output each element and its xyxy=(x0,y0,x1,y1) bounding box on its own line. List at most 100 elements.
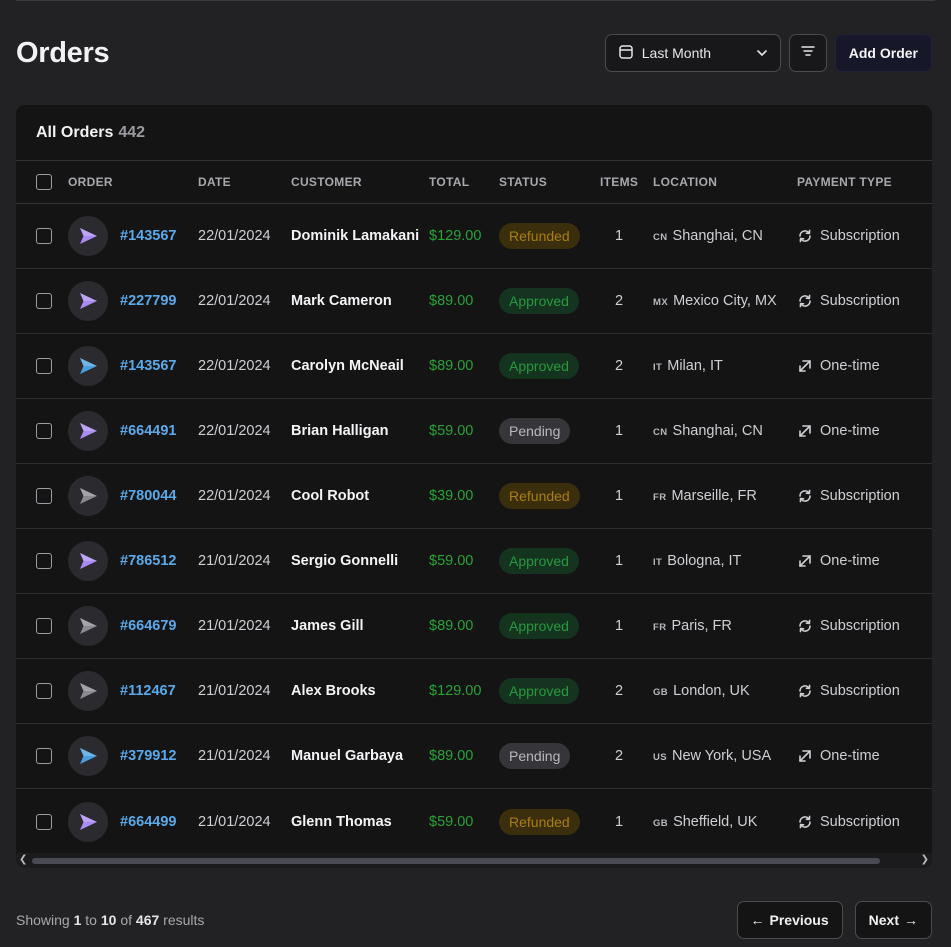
table-footer: Showing 1 to 10 of 467 results ← Previou… xyxy=(16,901,932,939)
country-code: FR xyxy=(653,492,667,503)
order-id-link[interactable]: #112467 xyxy=(120,659,176,723)
order-total: $59.00 xyxy=(429,553,474,569)
filter-icon xyxy=(800,43,816,64)
table-row[interactable]: #227799 22/01/2024 Mark Cameron $89.00 A… xyxy=(16,269,932,334)
customer-name: Carolyn McNeail xyxy=(291,358,404,374)
chevron-down-icon xyxy=(756,47,768,59)
scroll-left-arrow-icon[interactable]: ❮ xyxy=(19,854,27,865)
payment-type: Subscription xyxy=(797,683,900,699)
table-row[interactable]: #143567 22/01/2024 Carolyn McNeail $89.0… xyxy=(16,334,932,399)
payment-type: One-time xyxy=(797,553,880,569)
customer-name: Glenn Thomas xyxy=(291,813,392,830)
location: CN Shanghai, CN xyxy=(653,228,763,244)
row-checkbox[interactable] xyxy=(36,293,52,309)
date-range-value: Last Month xyxy=(641,45,712,61)
order-id-link[interactable]: #786512 xyxy=(120,529,176,593)
payment-type-label: Subscription xyxy=(820,618,900,634)
column-header-total[interactable]: TOTAL xyxy=(429,161,469,203)
status-badge: Pending xyxy=(499,418,571,444)
order-id-link[interactable]: #379912 xyxy=(120,724,176,788)
country-code: US xyxy=(653,752,667,763)
table-row[interactable]: #664499 21/01/2024 Glenn Thomas $59.00 R… xyxy=(16,789,932,854)
table-row[interactable]: #786512 21/01/2024 Sergio Gonnelli $59.0… xyxy=(16,529,932,594)
add-order-button[interactable]: Add Order xyxy=(834,34,932,72)
row-checkbox[interactable] xyxy=(36,358,52,374)
location-city: Bologna, IT xyxy=(667,553,742,569)
column-header-payment-type[interactable]: PAYMENT TYPE xyxy=(797,161,892,203)
payment-type-label: One-time xyxy=(820,423,880,439)
filter-button[interactable] xyxy=(788,34,827,72)
status-badge: Approved xyxy=(499,678,579,704)
row-checkbox[interactable] xyxy=(36,813,52,830)
column-header-items[interactable]: ITEMS xyxy=(600,161,638,203)
customer-name: Brian Halligan xyxy=(291,423,389,439)
status-badge: Approved xyxy=(499,613,579,639)
item-count: 1 xyxy=(615,488,624,504)
payment-type-label: Subscription xyxy=(820,293,900,309)
column-header-status[interactable]: STATUS xyxy=(499,161,547,203)
status-badge: Approved xyxy=(499,353,579,379)
location: FR Marseille, FR xyxy=(653,488,757,504)
arrows-swap-icon xyxy=(797,358,813,374)
order-id-link[interactable]: #143567 xyxy=(120,204,176,268)
row-checkbox[interactable] xyxy=(36,618,52,634)
payment-type: Subscription xyxy=(797,814,900,830)
refresh-icon xyxy=(797,814,813,830)
row-checkbox[interactable] xyxy=(36,228,52,244)
column-header-date[interactable]: DATE xyxy=(198,161,231,203)
table-body: #143567 22/01/2024 Dominik Lamakani $129… xyxy=(16,204,932,854)
table-row[interactable]: #664491 22/01/2024 Brian Halligan $59.00… xyxy=(16,399,932,464)
send-icon xyxy=(68,346,108,386)
table-row[interactable]: #143567 22/01/2024 Dominik Lamakani $129… xyxy=(16,204,932,269)
row-checkbox[interactable] xyxy=(36,423,52,439)
location-city: Sheffield, UK xyxy=(673,813,758,830)
payment-type: Subscription xyxy=(797,293,900,309)
table-row[interactable]: #379912 21/01/2024 Manuel Garbaya $89.00… xyxy=(16,724,932,789)
date-range-select[interactable]: Last Month xyxy=(604,34,781,72)
send-icon xyxy=(68,606,108,646)
item-count: 2 xyxy=(615,748,624,764)
location-city: Milan, IT xyxy=(667,358,723,374)
table-row[interactable]: #112467 21/01/2024 Alex Brooks $129.00 A… xyxy=(16,659,932,724)
header-actions: Last Month Add Order xyxy=(604,34,932,72)
order-total: $89.00 xyxy=(429,358,474,374)
order-date: 22/01/2024 xyxy=(198,293,271,309)
table-row[interactable]: #664679 21/01/2024 James Gill $89.00 App… xyxy=(16,594,932,659)
column-header-customer[interactable]: CUSTOMER xyxy=(291,161,362,203)
column-header-order[interactable]: ORDER xyxy=(68,161,113,203)
order-total: $129.00 xyxy=(429,228,482,244)
select-all-checkbox[interactable] xyxy=(36,174,52,190)
order-id-link[interactable]: #143567 xyxy=(120,334,176,398)
order-id-link[interactable]: #664499 xyxy=(120,789,176,854)
order-id-link[interactable]: #664679 xyxy=(120,594,176,658)
item-count: 1 xyxy=(615,423,624,439)
order-date: 21/01/2024 xyxy=(198,553,271,569)
send-icon xyxy=(68,281,108,321)
customer-name: Dominik Lamakani xyxy=(291,228,420,244)
table-row[interactable]: #780044 22/01/2024 Cool Robot $39.00 Ref… xyxy=(16,464,932,529)
item-count: 2 xyxy=(615,358,624,374)
order-id-link[interactable]: #664491 xyxy=(120,399,176,463)
location: MX Mexico City, MX xyxy=(653,293,777,309)
location: GB London, UK xyxy=(653,683,750,699)
order-total: $59.00 xyxy=(429,813,474,830)
scroll-right-arrow-icon[interactable]: ❯ xyxy=(921,854,929,865)
item-count: 1 xyxy=(615,813,624,830)
customer-name: Manuel Garbaya xyxy=(291,748,404,764)
horizontal-scrollbar[interactable]: ❮ ❯ xyxy=(16,853,932,868)
column-header-location[interactable]: LOCATION xyxy=(653,161,717,203)
order-id-link[interactable]: #227799 xyxy=(120,269,176,333)
row-checkbox[interactable] xyxy=(36,683,52,699)
row-checkbox[interactable] xyxy=(36,748,52,764)
status-badge: Refunded xyxy=(499,808,580,835)
row-checkbox[interactable] xyxy=(36,553,52,569)
scrollbar-thumb[interactable] xyxy=(32,858,880,864)
item-count: 1 xyxy=(615,228,624,244)
previous-page-button[interactable]: ← Previous xyxy=(736,901,843,939)
row-checkbox[interactable] xyxy=(36,488,52,504)
customer-name: Cool Robot xyxy=(291,488,370,504)
status-badge: Pending xyxy=(499,743,571,769)
order-date: 21/01/2024 xyxy=(198,618,271,634)
order-id-link[interactable]: #780044 xyxy=(120,464,176,528)
next-page-button[interactable]: Next → xyxy=(854,901,932,939)
